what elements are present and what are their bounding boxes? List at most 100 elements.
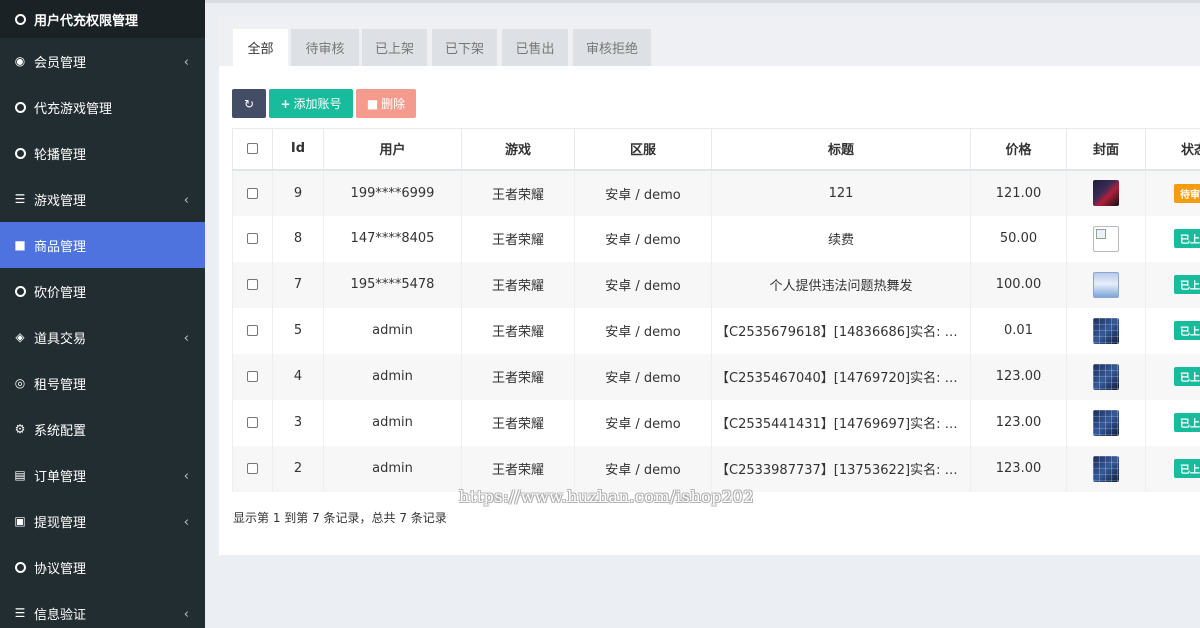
sidebar-item[interactable]: ▣ 提现管理 ‹	[0, 498, 205, 544]
cover-thumbnail[interactable]	[1093, 271, 1119, 298]
cell-game: 王者荣耀	[461, 445, 575, 492]
sidebar-item[interactable]: ◎ 租号管理	[0, 360, 205, 406]
chevron-left-icon: ‹	[183, 331, 189, 346]
sidebar-item[interactable]: ☰ 游戏管理 ‹	[0, 176, 205, 222]
row-checkbox[interactable]	[247, 279, 258, 290]
top-divider	[205, 0, 1200, 3]
sidebar-item-label: 提现管理	[34, 515, 87, 531]
add-account-label: 添加账号	[293, 97, 342, 111]
sidebar-item[interactable]: ◉ 会员管理 ‹	[0, 38, 205, 84]
row-select-cell	[232, 445, 273, 492]
status-tab[interactable]: 已下架	[432, 29, 497, 66]
cover-thumbnail[interactable]	[1093, 363, 1119, 390]
cover-thumbnail[interactable]	[1093, 180, 1119, 206]
sidebar-item[interactable]: 砍价管理	[0, 268, 205, 314]
main-panel: 全部 待审核 已上架 已下架 已售出 审核拒绝 ↻ + 添加账号 ■ 删除 Id 用户 游…	[219, 15, 1200, 555]
col-user: 用户	[323, 128, 462, 171]
status-tabs: 全部 待审核 已上架 已下架 已售出 审核拒绝	[219, 15, 1200, 66]
sidebar-item[interactable]: 用户代充权限管理	[0, 0, 205, 38]
cell-status: 待审核	[1145, 169, 1200, 216]
cover-thumbnail[interactable]	[1093, 317, 1119, 344]
circle-icon	[13, 100, 27, 114]
cell-price: 0.01	[970, 307, 1067, 354]
chevron-left-icon: ‹	[183, 469, 189, 484]
cell-server: 安卓 / demo	[574, 215, 712, 262]
cell-title: 【C2535441431】[14769697]实名: 可…	[711, 399, 971, 446]
status-tab[interactable]: 全部	[233, 29, 288, 66]
watermark: https://www.huzhan.com/ishop202	[459, 487, 755, 506]
table-row[interactable]: 3 admin 王者荣耀 安卓 / demo 【C2535441431】[1476969…	[232, 399, 1200, 446]
row-checkbox[interactable]	[247, 233, 258, 244]
sidebar-item[interactable]: ■ 商品管理	[0, 222, 205, 268]
sidebar-item[interactable]: ◈ 道具交易 ‹	[0, 314, 205, 360]
add-account-button[interactable]: + 添加账号	[269, 89, 353, 118]
cell-status: 已上架	[1145, 399, 1200, 446]
table-row[interactable]: 5 admin 王者荣耀 安卓 / demo 【C2535679618】[1483668…	[232, 307, 1200, 354]
table-header-row: Id 用户 游戏 区服 标题 价格 封面 状态	[232, 128, 1200, 171]
col-status: 状态	[1145, 128, 1200, 171]
cell-id: 2	[272, 445, 324, 492]
cell-user: 199****6999	[323, 169, 462, 216]
chevron-left-icon: ‹	[183, 193, 189, 208]
sidebar-item-label: 代充游戏管理	[34, 101, 113, 117]
sidebar-item[interactable]: ☰ 信息验证 ‹	[0, 590, 205, 628]
sidebar-item[interactable]: ▤ 订单管理 ‹	[0, 452, 205, 498]
sidebar-item[interactable]: 代充游戏管理	[0, 84, 205, 130]
sidebar-item[interactable]: 轮播管理	[0, 130, 205, 176]
sidebar-item-label: 游戏管理	[34, 193, 87, 209]
cell-title: 121	[711, 169, 971, 216]
table-row[interactable]: 9199****6999王者荣耀安卓 / demo121121.00 待审核	[232, 169, 1200, 216]
row-checkbox[interactable]	[247, 463, 258, 474]
table-row[interactable]: 7 195****5478 王者荣耀 安卓 / demo 个人提供违法问题热舞发 100.…	[232, 261, 1200, 308]
table-row[interactable]: 2 admin 王者荣耀 安卓 / demo 【C2533987737】[1375362…	[232, 445, 1200, 492]
cell-status: 已上架	[1145, 307, 1200, 354]
cell-user: admin	[323, 445, 462, 492]
cell-cover	[1066, 353, 1146, 400]
cell-server: 安卓 / demo	[574, 399, 712, 446]
status-badge: 已上架	[1174, 229, 1200, 248]
cell-cover	[1066, 261, 1146, 308]
cell-price: 100.00	[970, 261, 1067, 308]
sidebar-item-label: 会员管理	[34, 55, 87, 71]
cover-thumbnail[interactable]	[1093, 409, 1119, 436]
sidebar-item[interactable]: ⚙ 系统配置	[0, 406, 205, 452]
status-tab[interactable]: 已售出	[502, 29, 568, 66]
status-tab[interactable]: 已上架	[362, 29, 427, 66]
row-checkbox[interactable]	[247, 187, 258, 199]
cell-title: 【C2535467040】[14769720]实名: 可…	[711, 353, 971, 400]
sidebar-item-label: 轮播管理	[34, 147, 87, 163]
sidebar-item[interactable]: 协议管理	[0, 544, 205, 590]
status-tab[interactable]: 审核拒绝	[573, 29, 651, 66]
cell-status: 已上架	[1145, 215, 1200, 262]
sidebar-item-label: 砍价管理	[34, 285, 87, 301]
col-price: 价格	[970, 128, 1067, 171]
cube-icon: ◈	[15, 330, 25, 344]
cell-game: 王者荣耀	[461, 399, 575, 446]
row-select-cell	[232, 215, 273, 262]
shopping-bag-icon: ■	[14, 238, 26, 252]
col-cover: 封面	[1066, 128, 1146, 171]
cover-thumbnail[interactable]	[1093, 455, 1119, 482]
row-checkbox[interactable]	[247, 325, 258, 336]
delete-button[interactable]: ■ 删除	[356, 89, 416, 118]
col-id[interactable]: Id	[272, 128, 324, 171]
cell-price: 123.00	[970, 399, 1067, 446]
status-tab[interactable]: 待审核	[291, 29, 359, 66]
status-badge: 已上架	[1174, 413, 1200, 432]
cell-game: 王者荣耀	[461, 261, 575, 308]
row-select-cell	[232, 169, 273, 216]
row-checkbox[interactable]	[247, 371, 258, 382]
status-badge: 已上架	[1174, 321, 1200, 340]
select-all-checkbox[interactable]	[247, 143, 258, 155]
refresh-button[interactable]: ↻	[232, 89, 266, 118]
cell-game: 王者荣耀	[461, 353, 575, 400]
table-row[interactable]: 4 admin 王者荣耀 安卓 / demo 【C2535467040】[1476972…	[232, 353, 1200, 400]
cover-thumbnail[interactable]	[1093, 225, 1119, 252]
table-row[interactable]: 8147****8405王者荣耀安卓 / demo续费50.00 已上架	[232, 215, 1200, 262]
cell-user: 147****8405	[323, 215, 462, 262]
status-badge: 待审核	[1174, 183, 1200, 203]
cell-price: 123.00	[970, 353, 1067, 400]
cell-user: admin	[323, 353, 462, 400]
cell-user: 195****5478	[323, 261, 462, 308]
row-checkbox[interactable]	[247, 417, 258, 428]
